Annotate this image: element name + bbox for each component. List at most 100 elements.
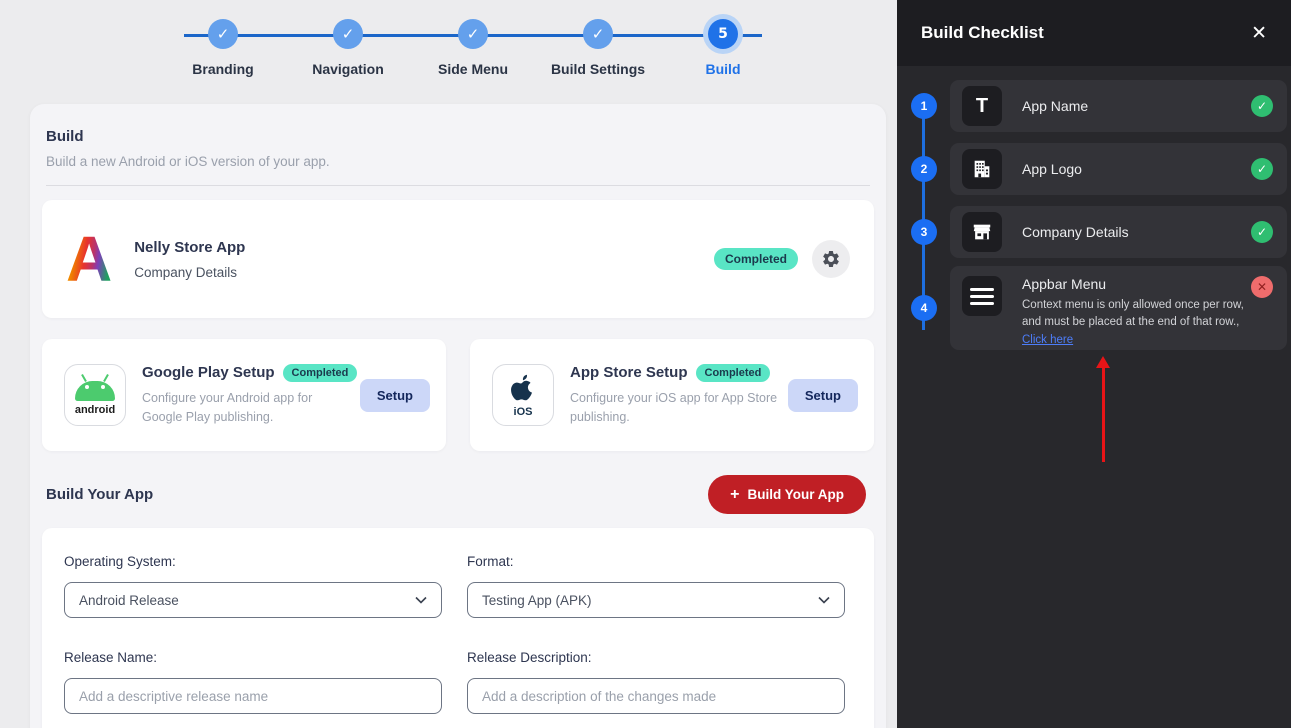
timeline-number: 2 — [911, 156, 937, 182]
store-card-title: Google Play Setup — [142, 364, 275, 382]
app-store-setup-card: iOS App Store Setup Completed Configure … — [470, 339, 874, 451]
build-section-card: Build Build a new Android or iOS version… — [30, 104, 886, 728]
operating-system-value: Android Release — [79, 592, 179, 608]
store-setup-row: android Google Play Setup Completed Conf… — [42, 339, 874, 451]
app-store-setup-button[interactable]: Setup — [787, 378, 858, 412]
android-robot-icon: android — [64, 364, 126, 426]
building-icon — [962, 149, 1002, 189]
step-label: Navigation — [312, 61, 384, 77]
status-badge: Completed — [713, 248, 798, 270]
chevron-down-icon — [415, 596, 427, 604]
status-badge: Completed — [282, 363, 358, 382]
google-play-setup-card: android Google Play Setup Completed Conf… — [42, 339, 446, 451]
release-name-input[interactable] — [64, 678, 442, 714]
wizard-stepper: ✓ Branding ✓ Navigation ✓ Side Menu ✓ Bu… — [168, 10, 778, 77]
close-icon[interactable]: ✕ — [1251, 22, 1267, 44]
page-subtitle: Build a new Android or iOS version of yo… — [46, 154, 330, 169]
divider — [46, 185, 870, 186]
format-field-group: Format: Testing App (APK) — [467, 554, 845, 618]
release-name-field-group: Release Name: — [64, 650, 442, 714]
step-branding[interactable]: ✓ Branding — [168, 10, 278, 77]
error-x-icon: ✕ — [1251, 276, 1273, 298]
apple-logo-glyph — [511, 374, 532, 400]
step-label: Build — [705, 61, 741, 77]
format-label: Format: — [467, 554, 514, 569]
store-card-info: Google Play Setup Completed Configure yo… — [142, 363, 358, 427]
success-check-icon: ✓ — [1251, 158, 1273, 180]
app-logo: A — [66, 223, 113, 295]
settings-button[interactable] — [812, 240, 850, 278]
click-here-link[interactable]: Click here — [1022, 334, 1073, 346]
timeline-number: 4 — [911, 295, 937, 321]
checklist-title: Build Checklist — [921, 23, 1044, 42]
section-heading: Build Your App — [46, 486, 154, 503]
plus-icon: + — [730, 485, 740, 503]
app-summary-card: A Nelly Store App Company Details Comple… — [42, 200, 874, 318]
page-title: Build — [46, 128, 84, 145]
checklist-item-label: App Logo — [1022, 161, 1082, 177]
google-play-setup-button[interactable]: Setup — [359, 378, 430, 412]
checklist-item-label: Company Details — [1022, 224, 1129, 240]
checklist-item-label: App Name — [1022, 98, 1089, 114]
arrow-stem — [1101, 368, 1105, 462]
checklist-item-app-logo[interactable]: App Logo ✓ — [950, 143, 1287, 195]
checklist-item-appbar-menu[interactable]: Appbar Menu Context menu is only allowed… — [950, 266, 1287, 350]
checklist-item-body: Appbar Menu Context menu is only allowed… — [1022, 276, 1251, 349]
build-checklist-panel: Build Checklist ✕ 1 2 3 4 T App Name ✓ A… — [897, 0, 1291, 728]
app-name: Nelly Store App — [134, 238, 246, 256]
step-label: Side Menu — [437, 61, 508, 77]
build-section-header: Build Build a new Android or iOS version… — [30, 104, 886, 186]
apple-icon: iOS — [492, 364, 554, 426]
check-icon: ✓ — [333, 19, 363, 49]
check-icon: ✓ — [458, 19, 488, 49]
check-icon: ✓ — [583, 19, 613, 49]
check-icon: ✓ — [208, 19, 238, 49]
release-name-label: Release Name: — [64, 650, 158, 665]
release-description-input[interactable] — [467, 678, 845, 714]
arrow-head — [1096, 356, 1110, 368]
step-label: Build Settings — [550, 61, 646, 77]
build-your-app-row: Build Your App + Build Your App — [46, 475, 866, 514]
android-icon-label: android — [74, 403, 116, 416]
step-build[interactable]: 5 Build — [668, 10, 778, 77]
store-card-info: App Store Setup Completed Configure your… — [570, 363, 780, 427]
format-select[interactable]: Testing App (APK) — [467, 582, 845, 618]
success-check-icon: ✓ — [1251, 221, 1273, 243]
build-your-app-button-label: Build Your App — [747, 487, 845, 502]
timeline-number: 1 — [911, 93, 937, 119]
step-side-menu[interactable]: ✓ Side Menu — [418, 10, 528, 77]
checklist-header: Build Checklist ✕ — [897, 0, 1291, 66]
operating-system-field-group: Operating System: Android Release — [64, 554, 442, 618]
text-icon: T — [962, 86, 1002, 126]
checklist-item-company-details[interactable]: Company Details ✓ — [950, 206, 1287, 258]
chevron-down-icon — [818, 596, 830, 604]
ios-icon-label: iOS — [513, 405, 533, 418]
menu-icon — [962, 276, 1002, 316]
gear-icon — [823, 251, 839, 267]
timeline-number: 3 — [911, 219, 937, 245]
step-label: Branding — [192, 61, 254, 77]
store-card-title: App Store Setup — [570, 364, 688, 382]
operating-system-label: Operating System: — [64, 554, 176, 569]
checklist-item-label: Appbar Menu — [1022, 276, 1107, 292]
storefront-icon — [962, 212, 1002, 252]
app-info: Nelly Store App Company Details — [134, 239, 245, 280]
release-description-label: Release Description: — [467, 650, 592, 665]
build-your-app-button[interactable]: + Build Your App — [708, 475, 866, 514]
operating-system-select[interactable]: Android Release — [64, 582, 442, 618]
status-badge: Completed — [695, 363, 771, 382]
release-description-field-group: Release Description: — [467, 650, 845, 714]
step-build-settings[interactable]: ✓ Build Settings — [543, 10, 653, 77]
build-form-card: Operating System: Android Release Format… — [42, 528, 874, 728]
step-navigation[interactable]: ✓ Navigation — [293, 10, 403, 77]
checklist-error-text: Context menu is only allowed once per ro… — [1022, 299, 1244, 346]
main-content: ✓ Branding ✓ Navigation ✓ Side Menu ✓ Bu… — [0, 0, 897, 728]
app-subtitle: Company Details — [134, 264, 238, 280]
success-check-icon: ✓ — [1251, 95, 1273, 117]
red-pointer-arrow — [1096, 356, 1110, 462]
format-value: Testing App (APK) — [482, 592, 592, 608]
step-number: 5 — [708, 19, 738, 49]
store-card-description: Configure your Android app for Google Pl… — [142, 390, 313, 424]
checklist-item-app-name[interactable]: T App Name ✓ — [950, 80, 1287, 132]
store-card-description: Configure your iOS app for App Store pub… — [570, 390, 778, 424]
